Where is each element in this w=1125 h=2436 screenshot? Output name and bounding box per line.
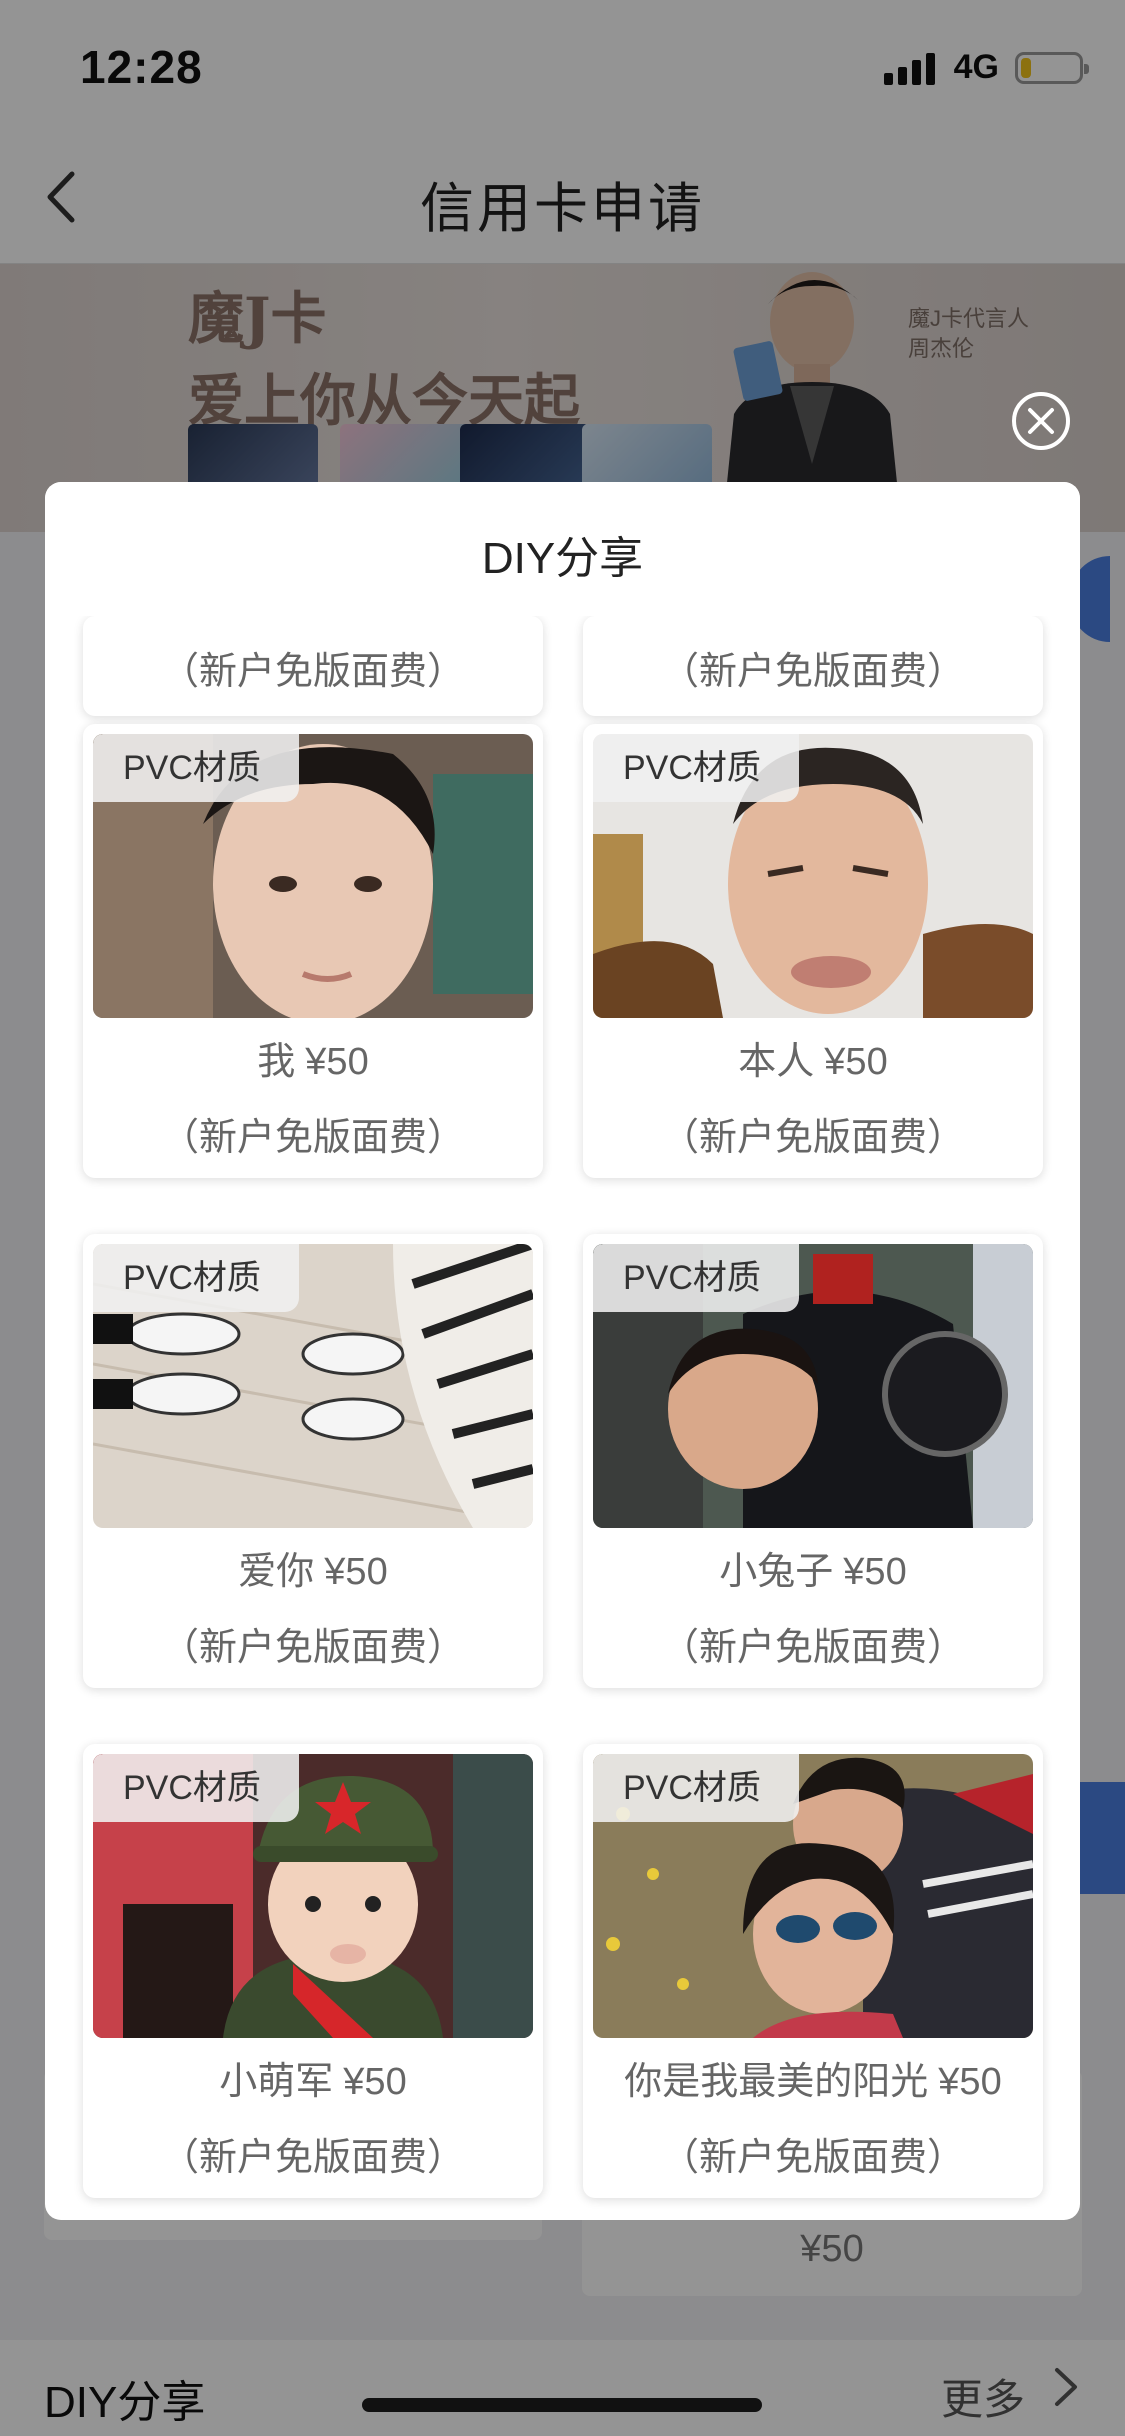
- material-badge: PVC材质: [593, 734, 799, 802]
- card-note: （新户免版面费）: [160, 1627, 465, 1669]
- card-title: 爱你 ¥50: [83, 1540, 543, 1595]
- card-note: （新户免版面费）: [660, 2137, 965, 2179]
- card-item[interactable]: PVC材质 小萌军 ¥50 （新户免版面费）: [83, 1744, 543, 2198]
- card-title: 小兔子 ¥50: [583, 1540, 1043, 1595]
- card-note: （新户免版面费）: [160, 2137, 465, 2179]
- card-item[interactable]: PVC材质 小兔子 ¥50 （新户免版面费）: [583, 1234, 1043, 1688]
- material-badge: PVC材质: [93, 734, 299, 802]
- card-price: ¥50: [938, 2061, 1002, 2103]
- modal-scroll-area[interactable]: （新户免版面费） （新户免版面费） PVC材质 我 ¥50 （新户免版面费） P…: [45, 616, 1080, 2220]
- card-item[interactable]: PVC材质 我 ¥50 （新户免版面费）: [83, 724, 543, 1178]
- card-item[interactable]: （新户免版面费）: [583, 616, 1043, 716]
- card-photo: PVC材质: [593, 1754, 1033, 2038]
- card-photo: PVC材质: [93, 1754, 533, 2038]
- diy-share-modal: DIY分享 （新户免版面费） （新户免版面费） PVC材质 我 ¥50 （新户免…: [45, 482, 1080, 2220]
- card-name: 小兔子: [719, 1551, 834, 1593]
- material-badge: PVC材质: [593, 1244, 799, 1312]
- card-name: 本人: [738, 1041, 815, 1083]
- card-title: 小萌军 ¥50: [83, 2050, 543, 2105]
- card-item[interactable]: （新户免版面费）: [83, 616, 543, 716]
- card-title: 我 ¥50: [83, 1030, 543, 1085]
- material-badge: PVC材质: [93, 1244, 299, 1312]
- card-price: ¥50: [824, 1041, 888, 1083]
- card-item[interactable]: PVC材质 本人 ¥50 （新户免版面费）: [583, 724, 1043, 1178]
- card-note: （新户免版面费）: [660, 1627, 965, 1669]
- card-photo: PVC材质: [93, 734, 533, 1018]
- card-name: 爱你: [238, 1551, 315, 1593]
- card-photo: PVC材质: [593, 1244, 1033, 1528]
- home-indicator: [362, 2398, 762, 2412]
- card-photo: PVC材质: [93, 1244, 533, 1528]
- card-photo: PVC材质: [593, 734, 1033, 1018]
- card-title: 本人 ¥50: [583, 1030, 1043, 1085]
- card-item[interactable]: PVC材质 爱你 ¥50 （新户免版面费）: [83, 1234, 543, 1688]
- card-price: ¥50: [843, 1551, 907, 1593]
- close-circle-icon[interactable]: [1010, 390, 1072, 452]
- card-price: ¥50: [305, 1041, 369, 1083]
- card-price: ¥50: [324, 1551, 388, 1593]
- card-name: 你是我最美的阳光: [624, 2061, 929, 2103]
- card-price: ¥50: [343, 2061, 407, 2103]
- card-note: （新户免版面费）: [660, 1117, 965, 1159]
- modal-title: DIY分享: [481, 534, 644, 583]
- card-item[interactable]: PVC材质 你是我最美的阳光 ¥50 （新户免版面费）: [583, 1744, 1043, 2198]
- card-note: （新户免版面费）: [160, 651, 465, 693]
- card-title: 你是我最美的阳光 ¥50: [583, 2050, 1043, 2105]
- card-note: （新户免版面费）: [160, 1117, 465, 1159]
- card-note: （新户免版面费）: [660, 651, 965, 693]
- card-name: 小萌军: [219, 2061, 334, 2103]
- modal-header: DIY分享: [45, 482, 1080, 616]
- card-name: 我: [257, 1041, 296, 1083]
- material-badge: PVC材质: [593, 1754, 799, 1822]
- material-badge: PVC材质: [93, 1754, 299, 1822]
